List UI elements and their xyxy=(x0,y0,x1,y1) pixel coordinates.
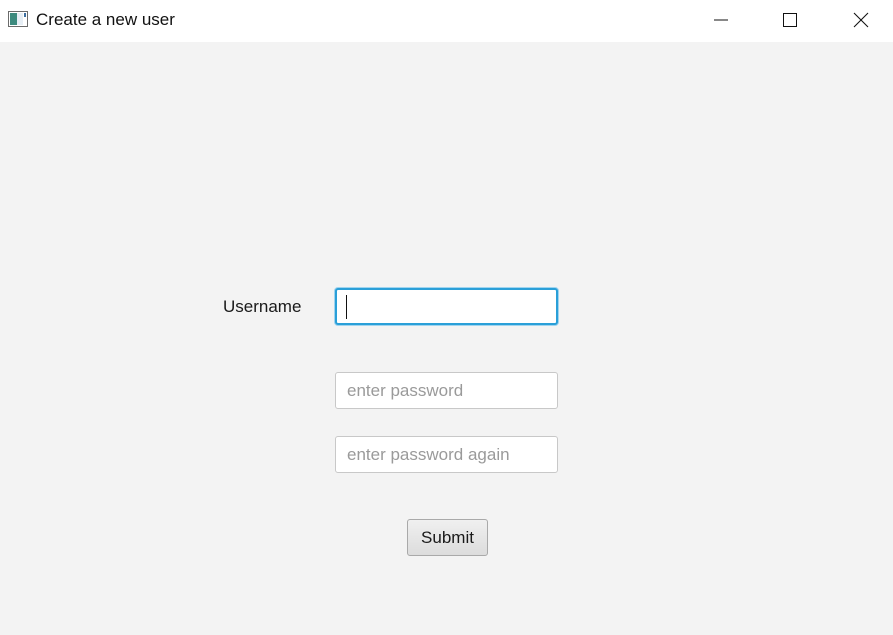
username-label: Username xyxy=(223,297,302,316)
minimize-button[interactable] xyxy=(698,0,744,40)
close-icon xyxy=(853,12,869,28)
title-bar[interactable]: Create a new user xyxy=(0,0,893,42)
minimize-icon xyxy=(714,19,728,21)
username-input[interactable] xyxy=(335,288,558,325)
maximize-button[interactable] xyxy=(767,0,813,40)
close-button[interactable] xyxy=(838,0,884,40)
create-user-window: Create a new user Username Submit xyxy=(0,0,893,635)
password-confirm-input[interactable] xyxy=(335,436,558,473)
maximize-icon xyxy=(783,13,797,27)
java-app-icon xyxy=(8,11,28,27)
password-input[interactable] xyxy=(335,372,558,409)
window-title: Create a new user xyxy=(36,10,175,29)
submit-button[interactable]: Submit xyxy=(407,519,488,556)
text-caret xyxy=(346,295,347,319)
